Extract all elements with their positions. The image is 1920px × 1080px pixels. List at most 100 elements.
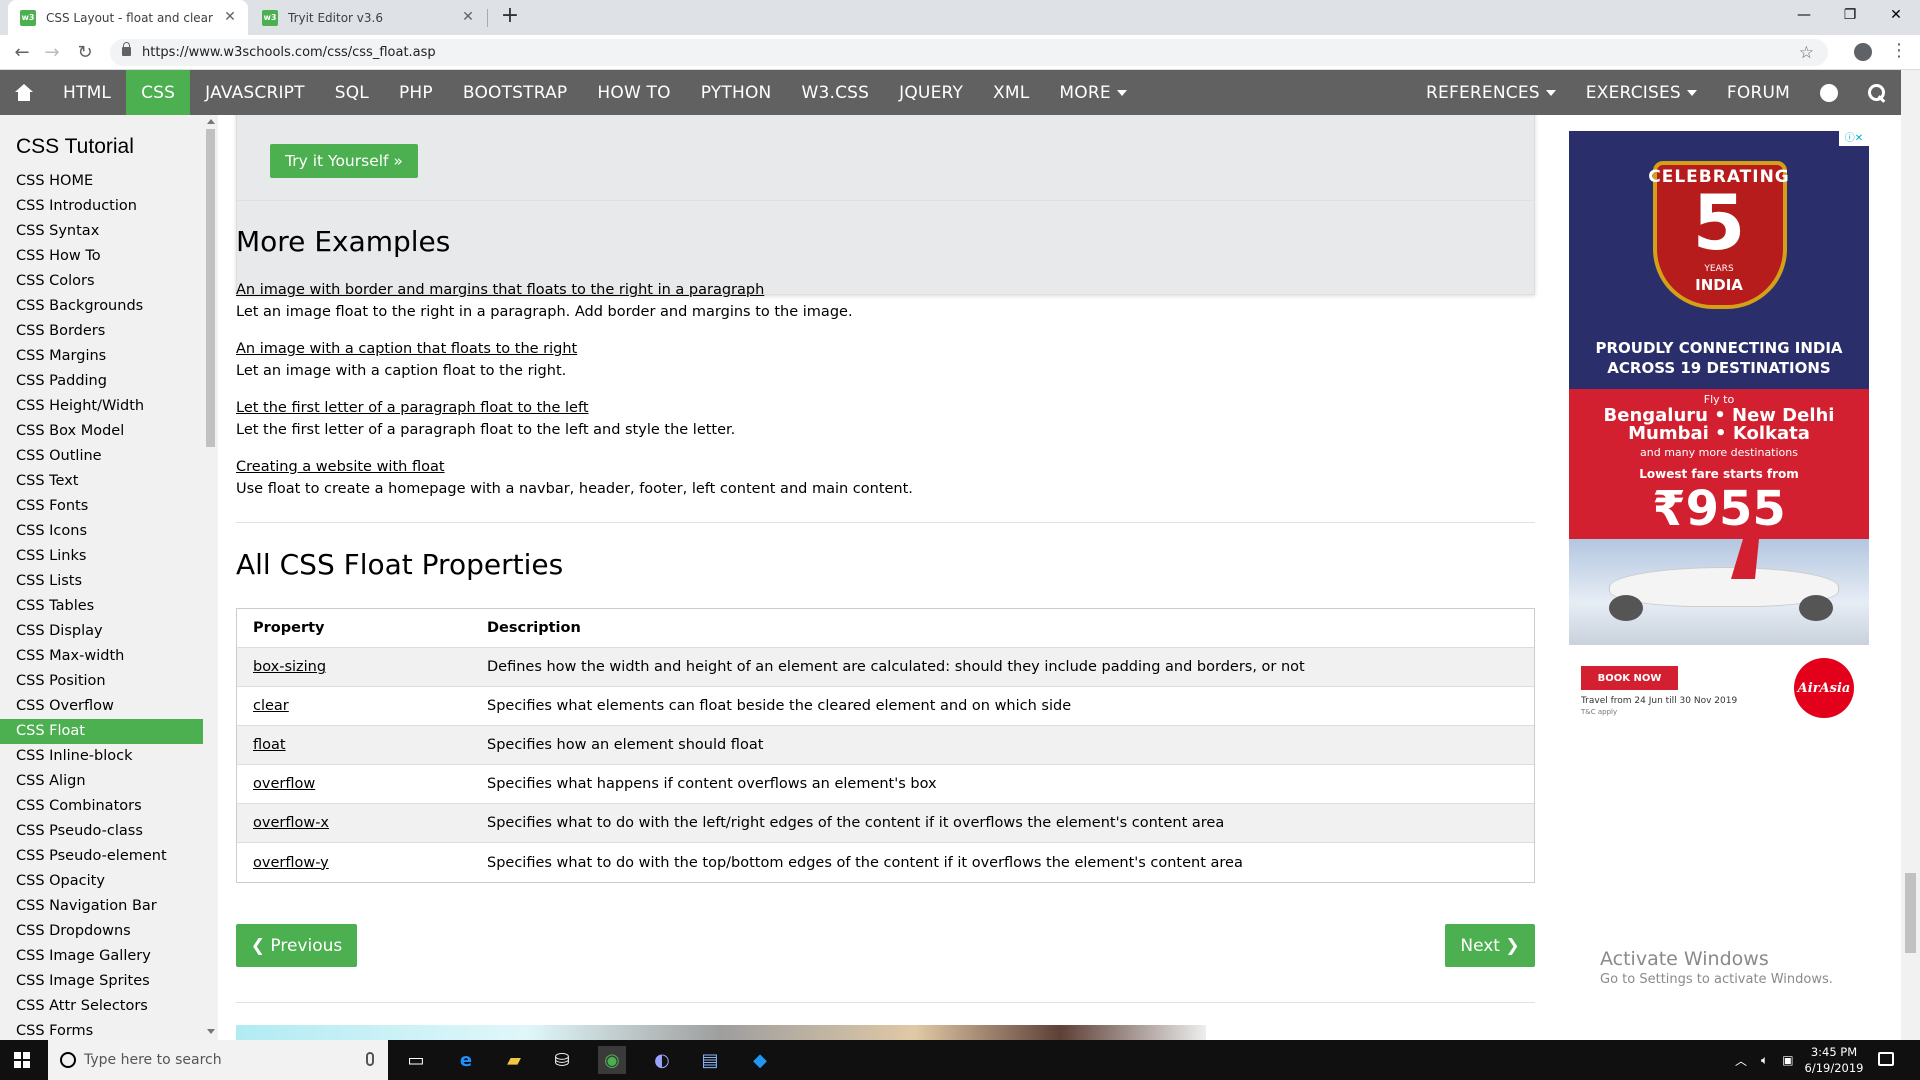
example-link[interactable]: An image with border and margins that fl… bbox=[236, 282, 764, 298]
sidebar-item-css-display[interactable]: CSS Display bbox=[0, 619, 203, 644]
property-link[interactable]: clear bbox=[253, 698, 289, 714]
ad-choices-close-icon[interactable]: ⓘ✕ bbox=[1839, 131, 1869, 146]
sidebar-item-css-forms[interactable]: CSS Forms bbox=[0, 1019, 203, 1040]
page-scroll-thumb[interactable] bbox=[1905, 873, 1916, 953]
property-link[interactable]: overflow-x bbox=[253, 815, 329, 831]
nav-python[interactable]: PYTHON bbox=[686, 70, 787, 115]
close-icon[interactable]: ✕ bbox=[460, 9, 476, 25]
sidebar-item-css-opacity[interactable]: CSS Opacity bbox=[0, 869, 203, 894]
nav-bootstrap[interactable]: BOOTSTRAP bbox=[448, 70, 583, 115]
sidebar-item-css-pseudo-class[interactable]: CSS Pseudo-class bbox=[0, 819, 203, 844]
tab-tryit-editor[interactable]: w3 Tryit Editor v3.6 ✕ bbox=[250, 0, 486, 35]
new-tab-button[interactable]: + bbox=[498, 5, 522, 29]
property-link[interactable]: overflow-y bbox=[253, 855, 329, 871]
close-window-button[interactable]: ✕ bbox=[1873, 0, 1919, 30]
taskbar-clock[interactable]: 3:45 PM 6/19/2019 bbox=[1804, 1044, 1864, 1076]
next-button[interactable]: Next ❯ bbox=[1445, 924, 1535, 967]
network-icon[interactable]: ▣ bbox=[1782, 1053, 1793, 1067]
url-text[interactable]: https://www.w3schools.com/css/css_float.… bbox=[142, 45, 436, 60]
nav-how-to[interactable]: HOW TO bbox=[582, 70, 685, 115]
profile-avatar-icon[interactable] bbox=[1854, 43, 1872, 61]
property-link[interactable]: overflow bbox=[253, 776, 315, 792]
sidebar-item-css-lists[interactable]: CSS Lists bbox=[0, 569, 203, 594]
book-now-button[interactable]: BOOK NOW bbox=[1581, 666, 1678, 690]
volume-icon[interactable]: 🔈︎ bbox=[1761, 1053, 1768, 1068]
sidebar-item-css-dropdowns[interactable]: CSS Dropdowns bbox=[0, 919, 203, 944]
example-link[interactable]: Let the first letter of a paragraph floa… bbox=[236, 400, 589, 416]
nav-more[interactable]: MORE bbox=[1044, 70, 1141, 115]
store-icon[interactable]: ⛁ bbox=[548, 1046, 576, 1074]
tab-css-layout[interactable]: w3 CSS Layout - float and clear ✕ bbox=[8, 0, 248, 35]
sidebar-item-css-attr-selectors[interactable]: CSS Attr Selectors bbox=[0, 994, 203, 1019]
close-icon[interactable]: ✕ bbox=[222, 9, 238, 25]
restore-button[interactable]: ❐ bbox=[1827, 0, 1873, 30]
sidebar-item-css-position[interactable]: CSS Position bbox=[0, 669, 203, 694]
sidebar-item-css-float[interactable]: CSS Float bbox=[0, 719, 203, 744]
sidebar-scroll-thumb[interactable] bbox=[206, 129, 215, 447]
sidebar-item-css-backgrounds[interactable]: CSS Backgrounds bbox=[0, 294, 203, 319]
nav-jquery[interactable]: JQUERY bbox=[884, 70, 978, 115]
eclipse-icon[interactable]: ◐ bbox=[648, 1046, 676, 1074]
sidebar-item-css-outline[interactable]: CSS Outline bbox=[0, 444, 203, 469]
sidebar-item-css-overflow[interactable]: CSS Overflow bbox=[0, 694, 203, 719]
minimize-button[interactable]: — bbox=[1781, 0, 1827, 30]
sidebar-item-css-fonts[interactable]: CSS Fonts bbox=[0, 494, 203, 519]
notifications-icon[interactable] bbox=[1878, 1052, 1894, 1066]
sidebar-item-css-text[interactable]: CSS Text bbox=[0, 469, 203, 494]
sidebar-item-css-image-sprites[interactable]: CSS Image Sprites bbox=[0, 969, 203, 994]
sidebar-item-css-colors[interactable]: CSS Colors bbox=[0, 269, 203, 294]
bottom-banner-ad[interactable] bbox=[236, 1025, 1206, 1040]
page-scrollbar[interactable] bbox=[1901, 70, 1920, 1040]
sidebar-scrollbar[interactable] bbox=[203, 115, 218, 1040]
translate-button[interactable] bbox=[1805, 70, 1853, 115]
nav-references[interactable]: REFERENCES bbox=[1411, 70, 1571, 115]
nav-forum[interactable]: FORUM bbox=[1712, 70, 1805, 115]
sidebar-item-css-margins[interactable]: CSS Margins bbox=[0, 344, 203, 369]
sidebar-item-css-borders[interactable]: CSS Borders bbox=[0, 319, 203, 344]
sidebar-item-css-how-to[interactable]: CSS How To bbox=[0, 244, 203, 269]
windows-start-icon[interactable] bbox=[14, 1052, 31, 1069]
sidebar-item-css-align[interactable]: CSS Align bbox=[0, 769, 203, 794]
sidebar-item-css-navigation-bar[interactable]: CSS Navigation Bar bbox=[0, 894, 203, 919]
address-bar[interactable]: https://www.w3schools.com/css/css_float.… bbox=[110, 39, 1828, 66]
document-icon[interactable]: ▤ bbox=[696, 1046, 724, 1074]
edge-icon[interactable]: e bbox=[452, 1046, 480, 1074]
bookmark-star-icon[interactable]: ☆ bbox=[1799, 43, 1814, 63]
chrome-icon[interactable]: ◉ bbox=[598, 1046, 626, 1074]
example-link[interactable]: Creating a website with float bbox=[236, 459, 445, 475]
nav-w3css[interactable]: W3.CSS bbox=[786, 70, 884, 115]
nav-css[interactable]: CSS bbox=[126, 70, 191, 115]
sidebar-item-css-syntax[interactable]: CSS Syntax bbox=[0, 219, 203, 244]
nav-php[interactable]: PHP bbox=[384, 70, 448, 115]
nav-html[interactable]: HTML bbox=[48, 70, 126, 115]
sidebar-item-css-max-width[interactable]: CSS Max-width bbox=[0, 644, 203, 669]
nav-sql[interactable]: SQL bbox=[320, 70, 384, 115]
sidebar-item-css-tables[interactable]: CSS Tables bbox=[0, 594, 203, 619]
search-button[interactable] bbox=[1853, 70, 1901, 115]
sidebar-item-css-height-width[interactable]: CSS Height/Width bbox=[0, 394, 203, 419]
nav-javascript[interactable]: JAVASCRIPT bbox=[190, 70, 320, 115]
forward-arrow-icon[interactable]: → bbox=[40, 41, 64, 65]
taskbar-search[interactable]: Type here to search bbox=[48, 1040, 388, 1080]
sidebar-item-css-pseudo-element[interactable]: CSS Pseudo-element bbox=[0, 844, 203, 869]
airasia-ad-banner[interactable]: CELEBRATING 5 YEARS INDIA PROUDLY CONNEC… bbox=[1569, 131, 1869, 731]
sidebar-item-css-introduction[interactable]: CSS Introduction bbox=[0, 194, 203, 219]
menu-kebab-icon[interactable]: ⋮ bbox=[1890, 41, 1908, 61]
reload-icon[interactable]: ↻ bbox=[73, 41, 97, 65]
file-explorer-icon[interactable]: ▰ bbox=[500, 1046, 528, 1074]
back-arrow-icon[interactable]: ← bbox=[10, 41, 34, 65]
sidebar-item-css-image-gallery[interactable]: CSS Image Gallery bbox=[0, 944, 203, 969]
home-button[interactable] bbox=[0, 70, 48, 115]
chevron-up-icon[interactable]: ︿ bbox=[1735, 1052, 1747, 1069]
sidebar-item-css-inline-block[interactable]: CSS Inline-block bbox=[0, 744, 203, 769]
property-link[interactable]: float bbox=[253, 737, 286, 753]
scroll-down-arrow-icon[interactable] bbox=[207, 1029, 215, 1034]
sidebar-item-css-home[interactable]: CSS HOME bbox=[0, 169, 203, 194]
try-it-yourself-button[interactable]: Try it Yourself » bbox=[270, 144, 418, 178]
nav-xml[interactable]: XML bbox=[978, 70, 1044, 115]
task-view-icon[interactable]: ▭ bbox=[402, 1046, 430, 1074]
sidebar-item-css-combinators[interactable]: CSS Combinators bbox=[0, 794, 203, 819]
sidebar-item-css-padding[interactable]: CSS Padding bbox=[0, 369, 203, 394]
example-link[interactable]: An image with a caption that floats to t… bbox=[236, 341, 577, 357]
sidebar-item-css-icons[interactable]: CSS Icons bbox=[0, 519, 203, 544]
